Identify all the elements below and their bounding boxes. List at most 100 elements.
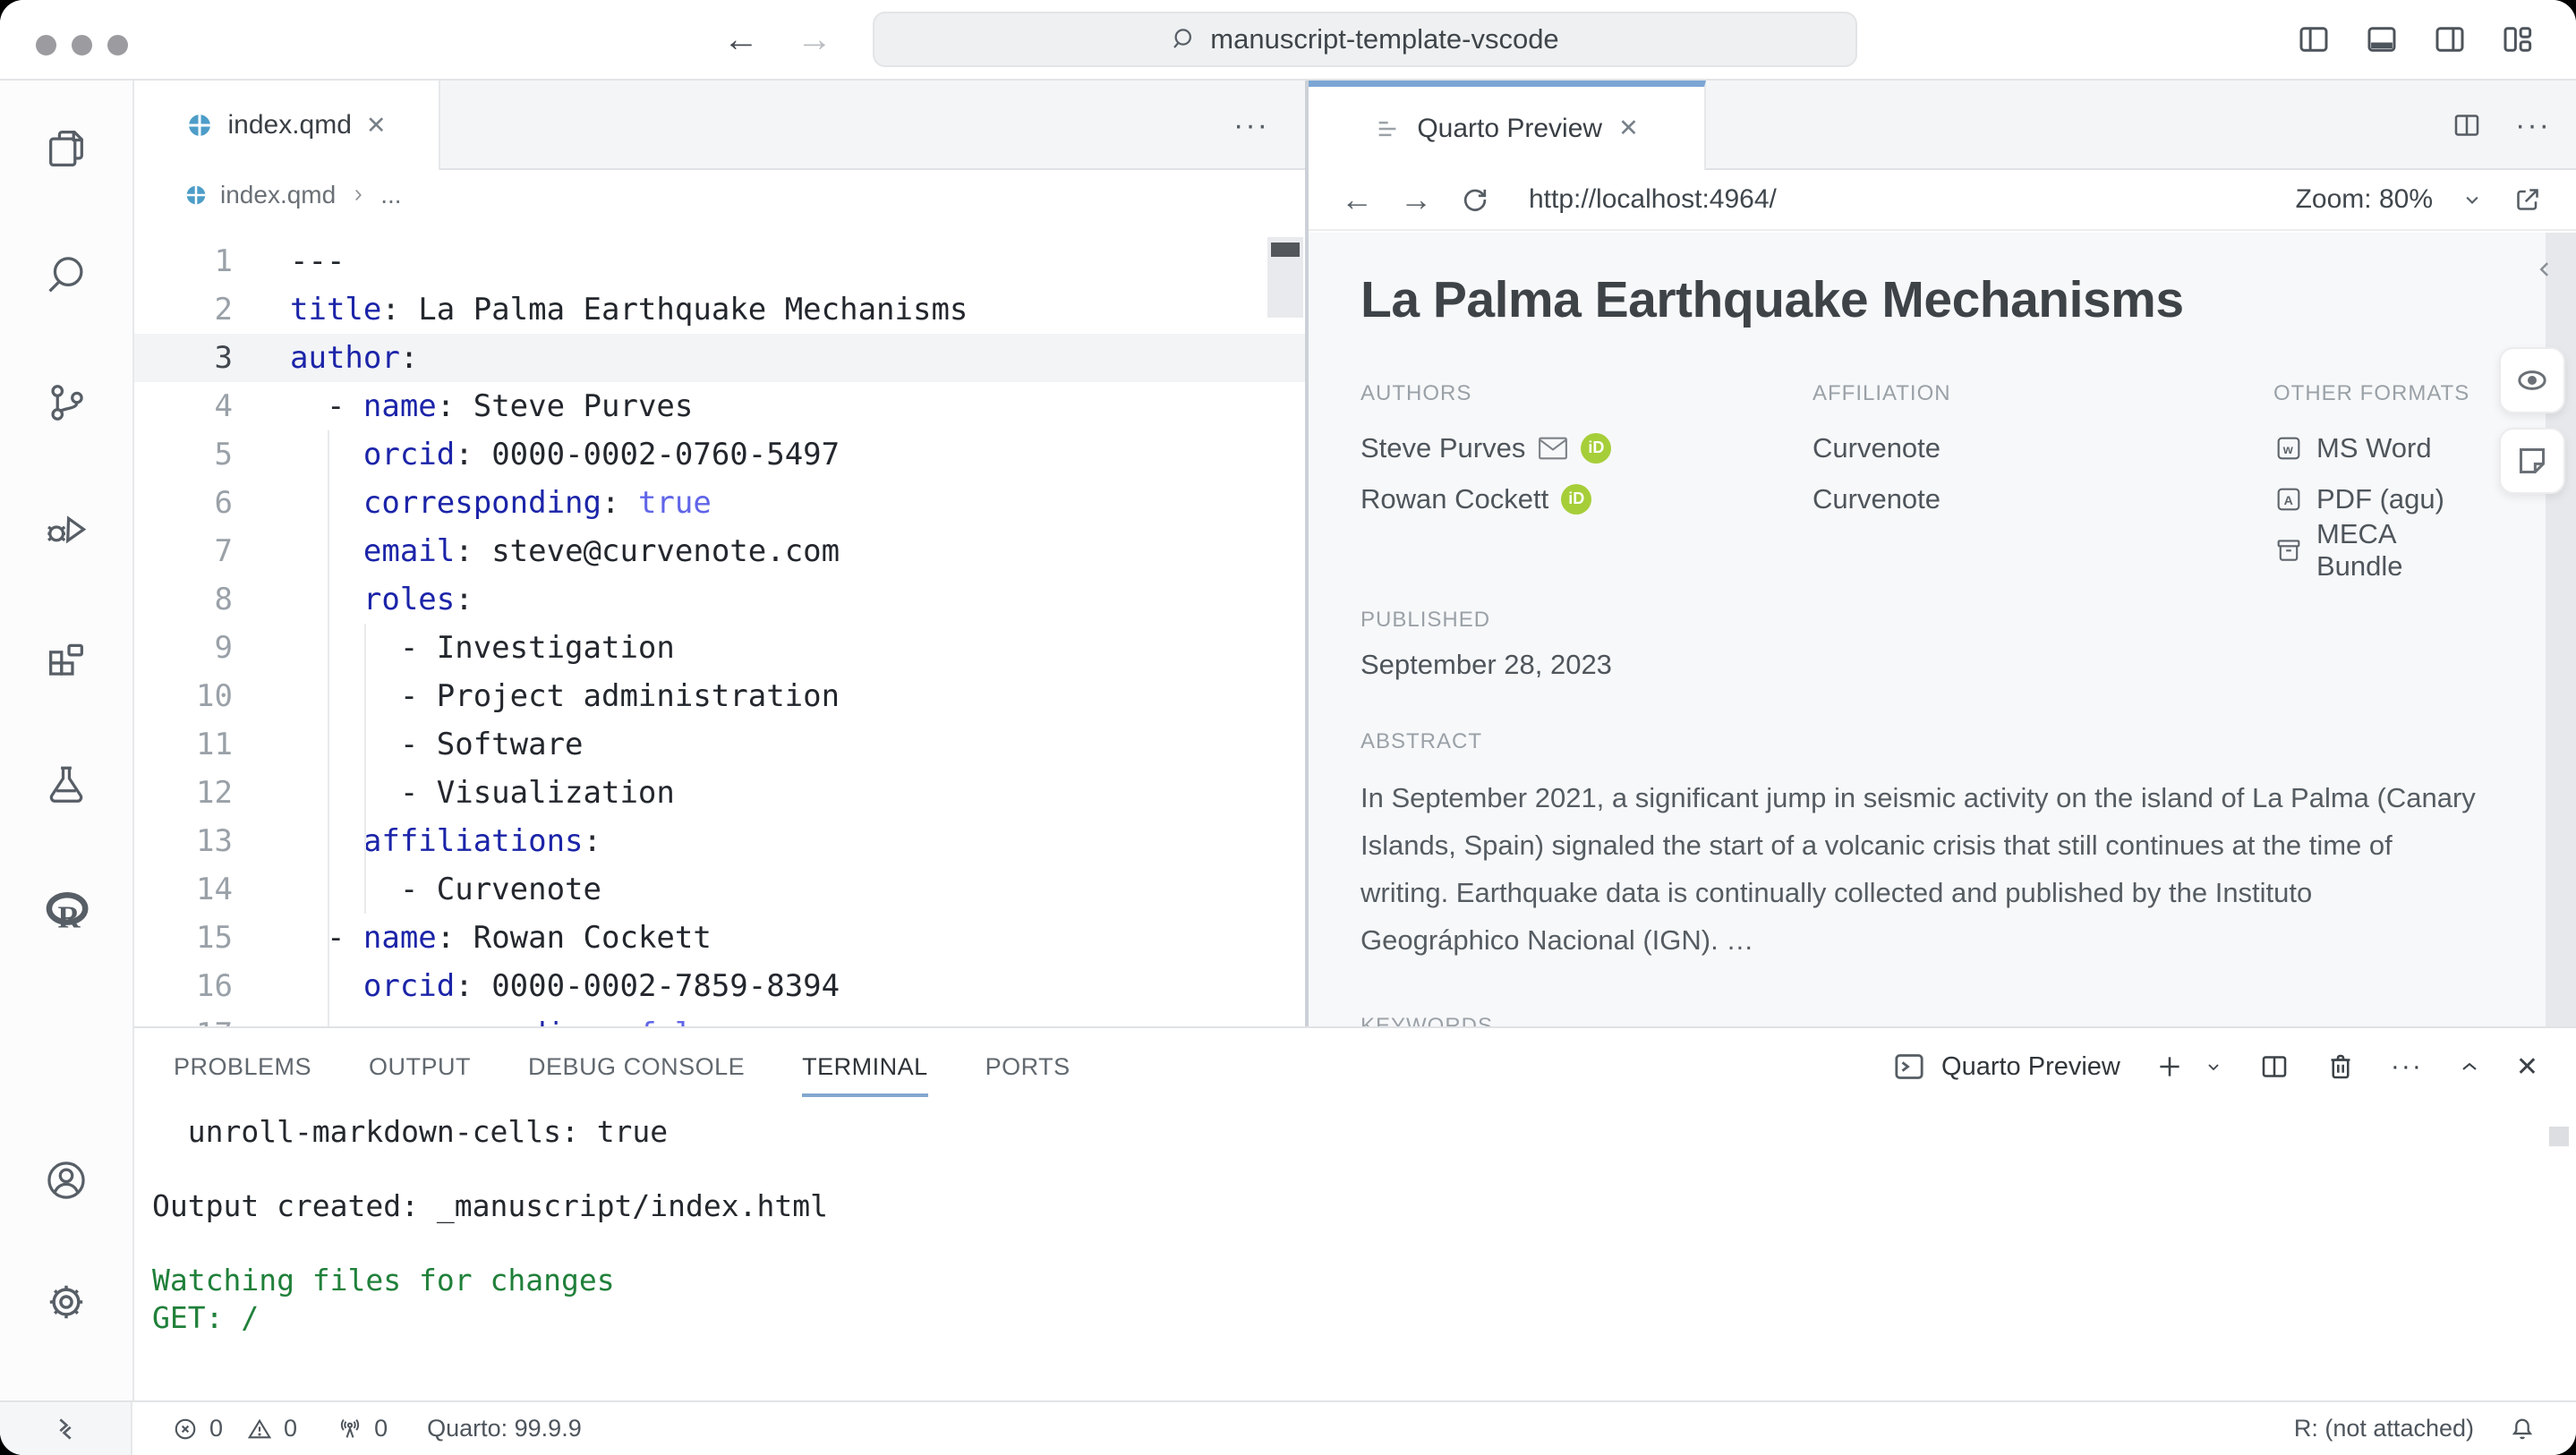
code-line[interactable]: 1--- [134,237,1305,285]
window-controls[interactable] [36,35,128,55]
eye-icon [2514,362,2550,398]
preview-forward-icon[interactable]: → [1400,181,1432,218]
scrollbar-thumb[interactable] [1271,242,1300,257]
format-link-word[interactable]: wMS Word [2273,422,2478,473]
code-token: - [290,920,363,956]
format-link-pdf[interactable]: APDF (agu) [2273,473,2478,524]
kill-terminal-icon[interactable] [2324,1051,2357,1083]
chevron-right-icon [348,185,368,205]
toggle-visibility-button[interactable] [2499,347,2565,413]
toggle-panel-icon[interactable] [2363,21,2401,58]
titlebar: ← → manuscript-template-vscode [0,0,2576,81]
code-line[interactable]: 12 - Visualization [134,769,1305,817]
editor-more-actions-icon[interactable]: ··· [1233,81,1269,170]
code-line[interactable]: 10 - Project administration [134,672,1305,720]
terminal-line: GET: / [152,1299,2522,1337]
breadcrumb[interactable]: index.qmd ... [134,170,1305,219]
breadcrumb-more[interactable]: ... [380,181,401,209]
testing-icon[interactable] [43,761,90,807]
code-line[interactable]: 8 roles: [134,575,1305,624]
toggle-primary-sidebar-icon[interactable] [2295,21,2333,58]
close-tab-icon[interactable]: ✕ [366,112,387,140]
line-number: 12 [134,769,233,817]
panel-tab-terminal[interactable]: TERMINAL [802,1053,928,1097]
panel-tab-ports[interactable]: PORTS [985,1053,1070,1081]
terminal-line: unroll-markdown-cells: true [152,1113,2522,1151]
open-external-icon[interactable] [2512,183,2544,216]
terminal-output[interactable]: unroll-markdown-cells: true Output creat… [152,1113,2522,1391]
account-icon[interactable] [43,1157,90,1204]
minimize-window-icon[interactable] [72,35,92,55]
split-terminal-icon[interactable] [2258,1051,2290,1083]
panel-more-actions-icon[interactable]: ··· [2391,1051,2423,1082]
refresh-icon[interactable] [1459,183,1491,216]
quarto-version-status[interactable]: Quarto: 99.9.9 [427,1415,582,1442]
maximize-window-icon[interactable] [107,35,128,55]
orcid-icon[interactable]: iD [1561,484,1591,515]
code-line[interactable]: 11 - Software [134,720,1305,769]
format-link-meca[interactable]: MECA Bundle [2273,524,2478,575]
editor-scrollbar[interactable] [1267,237,1303,318]
authors-label: AUTHORS [1361,381,1813,406]
run-debug-icon[interactable] [43,506,90,553]
code-line[interactable]: 4 - name: Steve Purves [134,382,1305,430]
code-token [290,437,363,472]
code-editor[interactable]: 1---2title: La Palma Earthquake Mechanis… [134,221,1305,1026]
preview-back-icon[interactable]: ← [1341,181,1373,218]
tab-index-qmd[interactable]: index.qmd ✕ [134,81,440,170]
search-sidebar-icon[interactable] [43,252,90,299]
breadcrumb-file[interactable]: index.qmd [220,181,336,209]
panel-scrollbar[interactable] [2549,1127,2569,1146]
split-editor-icon[interactable] [2451,109,2483,141]
chevron-left-icon[interactable] [2531,256,2558,283]
panel-tab-output[interactable]: OUTPUT [369,1053,471,1081]
history-back-icon[interactable]: ← [723,20,759,60]
close-tab-icon[interactable]: ✕ [1618,115,1639,142]
code-line[interactable]: 16 orcid: 0000-0002-7859-8394 [134,962,1305,1010]
terminal-instance[interactable]: Quarto Preview [1891,1049,2120,1085]
ports-status[interactable]: 0 [337,1415,388,1442]
extensions-icon[interactable] [43,634,90,680]
word-icon: w [2273,433,2304,464]
customize-layout-icon[interactable] [2499,21,2537,58]
r-session-status[interactable]: R: (not attached) [2294,1415,2474,1442]
code-line[interactable]: 13 affiliations: [134,817,1305,865]
preview-more-actions-icon[interactable]: ··· [2515,108,2551,143]
toggle-secondary-sidebar-icon[interactable] [2431,21,2469,58]
code-line[interactable]: 2title: La Palma Earthquake Mechanisms [134,285,1305,334]
command-center-search[interactable]: manuscript-template-vscode [873,12,1857,67]
settings-gear-icon[interactable] [43,1279,90,1325]
tab-quarto-preview[interactable]: Quarto Preview ✕ [1309,81,1706,170]
annotation-button[interactable] [2499,428,2565,494]
code-line[interactable]: 6 corresponding: true [134,479,1305,527]
affiliation-row: Curvenote [1813,422,2273,473]
panel-tab-problems[interactable]: PROBLEMS [174,1053,311,1081]
code-text: roles: [233,575,473,624]
orcid-icon[interactable]: iD [1581,433,1611,464]
r-language-icon[interactable]: R [43,888,90,934]
explorer-icon[interactable] [43,125,90,172]
close-panel-icon[interactable]: ✕ [2516,1051,2540,1083]
code-token [290,485,363,521]
code-line[interactable]: 7 email: steve@curvenote.com [134,527,1305,575]
remote-indicator[interactable] [0,1402,132,1455]
new-terminal-icon[interactable] [2154,1051,2185,1082]
preview-url[interactable]: http://localhost:4964/ [1529,184,1777,215]
code-line[interactable]: 17 corresponding: false [134,1010,1305,1026]
code-line[interactable]: 14 - Curvenote [134,865,1305,914]
zoom-level[interactable]: Zoom: 80% [2296,184,2433,215]
terminal-dropdown-icon[interactable] [2203,1056,2224,1077]
code-token: roles [363,582,455,617]
code-line[interactable]: 9 - Investigation [134,624,1305,672]
problems-status[interactable]: 0 0 [172,1415,297,1442]
code-line[interactable]: 5 orcid: 0000-0002-0760-5497 [134,430,1305,479]
panel-tab-debug-console[interactable]: DEBUG CONSOLE [528,1053,745,1081]
close-window-icon[interactable] [36,35,56,55]
chevron-down-icon[interactable] [2460,187,2485,212]
bell-icon[interactable] [2508,1415,2537,1443]
code-line[interactable]: 3author: [134,334,1305,382]
source-control-icon[interactable] [43,379,90,426]
email-icon[interactable] [1538,436,1568,461]
code-line[interactable]: 15 - name: Rowan Cockett [134,914,1305,962]
maximize-panel-icon[interactable] [2457,1054,2482,1079]
